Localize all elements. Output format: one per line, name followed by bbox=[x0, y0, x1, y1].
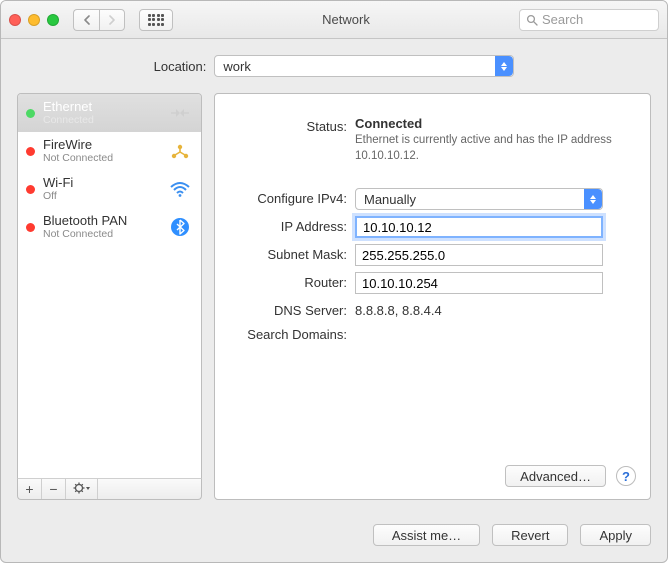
forward-button[interactable] bbox=[99, 9, 125, 31]
location-label: Location: bbox=[154, 59, 207, 74]
assist-me-button[interactable]: Assist me… bbox=[373, 524, 480, 546]
status-value: Connected bbox=[355, 116, 632, 131]
service-item-ethernet[interactable]: Ethernet Connected bbox=[18, 94, 201, 132]
search-icon bbox=[526, 14, 538, 26]
window-controls bbox=[9, 14, 59, 26]
firewire-icon bbox=[167, 140, 193, 162]
apply-button[interactable]: Apply bbox=[580, 524, 651, 546]
service-name: FireWire bbox=[43, 138, 159, 153]
service-sidebar: Ethernet Connected FireWire Not Connecte… bbox=[17, 93, 202, 500]
remove-service-button[interactable]: − bbox=[42, 479, 66, 499]
service-action-menu[interactable] bbox=[66, 479, 98, 499]
footer-buttons: Assist me… Revert Apply bbox=[1, 512, 667, 562]
dns-server-label: DNS Server: bbox=[221, 300, 355, 318]
service-status: Off bbox=[43, 190, 159, 202]
dns-server-value: 8.8.8.8, 8.8.4.4 bbox=[355, 303, 442, 318]
subnet-mask-label: Subnet Mask: bbox=[221, 244, 355, 262]
window-title: Network bbox=[181, 12, 511, 27]
status-dot-icon bbox=[26, 109, 35, 118]
service-toolbar: + − bbox=[17, 478, 202, 500]
status-dot-icon bbox=[26, 185, 35, 194]
close-window-button[interactable] bbox=[9, 14, 21, 26]
search-field[interactable]: Search bbox=[519, 9, 659, 31]
configure-ipv4-select[interactable]: Manually bbox=[355, 188, 603, 210]
advanced-button[interactable]: Advanced… bbox=[505, 465, 606, 487]
status-dot-icon bbox=[26, 223, 35, 232]
service-status: Not Connected bbox=[43, 228, 159, 240]
status-label: Status: bbox=[221, 116, 355, 134]
add-service-button[interactable]: + bbox=[18, 479, 42, 499]
ethernet-icon bbox=[167, 102, 193, 124]
titlebar: Network Search bbox=[1, 1, 667, 39]
service-list[interactable]: Ethernet Connected FireWire Not Connecte… bbox=[17, 93, 202, 479]
content-area: Location: work Ethernet Connected bbox=[1, 39, 667, 512]
gear-icon bbox=[73, 482, 91, 494]
service-item-firewire[interactable]: FireWire Not Connected bbox=[18, 132, 201, 170]
select-stepper-icon bbox=[495, 56, 513, 76]
service-name: Wi-Fi bbox=[43, 176, 159, 191]
service-status: Not Connected bbox=[43, 152, 159, 164]
router-label: Router: bbox=[221, 272, 355, 290]
select-stepper-icon bbox=[584, 189, 602, 209]
show-all-button[interactable] bbox=[139, 9, 173, 31]
ip-address-field[interactable] bbox=[355, 216, 603, 238]
ip-address-label: IP Address: bbox=[221, 216, 355, 234]
location-row: Location: work bbox=[17, 55, 651, 77]
service-status: Connected bbox=[43, 114, 159, 126]
service-item-bluetooth[interactable]: Bluetooth PAN Not Connected bbox=[18, 208, 201, 246]
revert-button[interactable]: Revert bbox=[492, 524, 568, 546]
configure-ipv4-label: Configure IPv4: bbox=[221, 188, 355, 206]
router-field[interactable] bbox=[355, 272, 603, 294]
status-hint: Ethernet is currently active and has the… bbox=[355, 133, 632, 164]
detail-pane: Status: Connected Ethernet is currently … bbox=[214, 93, 651, 500]
network-prefs-window: Network Search Location: work Ethernet bbox=[0, 0, 668, 563]
subnet-mask-field[interactable] bbox=[355, 244, 603, 266]
search-domains-label: Search Domains: bbox=[221, 324, 355, 342]
status-dot-icon bbox=[26, 147, 35, 156]
location-select[interactable]: work bbox=[214, 55, 514, 77]
nav-back-forward bbox=[73, 9, 125, 31]
wifi-icon bbox=[167, 178, 193, 200]
search-placeholder: Search bbox=[542, 12, 583, 27]
service-name: Ethernet bbox=[43, 100, 159, 115]
service-name: Bluetooth PAN bbox=[43, 214, 159, 229]
help-button[interactable]: ? bbox=[616, 466, 636, 486]
main-row: Ethernet Connected FireWire Not Connecte… bbox=[17, 93, 651, 500]
service-item-wifi[interactable]: Wi-Fi Off bbox=[18, 170, 201, 208]
grid-icon bbox=[148, 14, 165, 26]
minimize-window-button[interactable] bbox=[28, 14, 40, 26]
configure-ipv4-value: Manually bbox=[364, 192, 416, 207]
zoom-window-button[interactable] bbox=[47, 14, 59, 26]
back-button[interactable] bbox=[73, 9, 99, 31]
bluetooth-icon bbox=[167, 216, 193, 238]
location-value: work bbox=[223, 59, 250, 74]
